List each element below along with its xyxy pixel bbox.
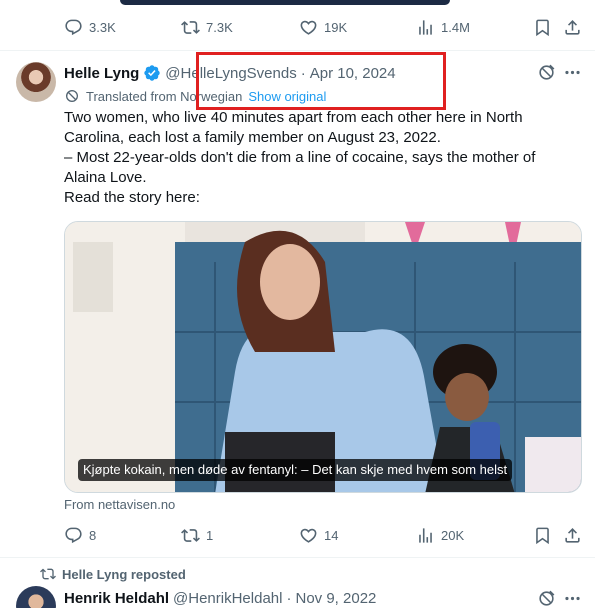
share-icon — [563, 18, 582, 37]
tweet-actions: 8 1 14 20K — [0, 516, 595, 556]
heart-icon — [299, 18, 318, 37]
reply-count: 3.3K — [89, 20, 116, 35]
views-count: 20K — [441, 528, 465, 543]
grok-button[interactable] — [537, 63, 556, 82]
media-photo — [65, 222, 581, 492]
views-icon — [416, 18, 435, 37]
divider — [0, 557, 595, 558]
tweet-text: Two women, who live 40 minutes apart fro… — [64, 108, 564, 208]
verified-badge-icon — [143, 64, 161, 82]
bookmark-button[interactable] — [533, 526, 552, 545]
bookmark-icon — [533, 18, 552, 37]
views-button[interactable]: 1.4M — [416, 18, 470, 37]
like-button[interactable]: 14 — [299, 526, 338, 545]
grok-button[interactable] — [537, 589, 556, 608]
author-handle[interactable]: @HenrikHeldahl — [173, 590, 282, 607]
like-count: 19K — [324, 20, 348, 35]
like-button[interactable]: 19K — [299, 18, 347, 37]
tweet-header: Henrik Heldahl @HenrikHeldahl · Nov 9, 2… — [64, 588, 376, 608]
more-options-button[interactable] — [563, 589, 582, 608]
repost-button[interactable]: 7.3K — [181, 18, 233, 37]
like-count: 14 — [324, 528, 339, 543]
repost-icon — [181, 526, 200, 545]
grok-icon — [537, 589, 556, 608]
tweet-text-line: Read the story here: — [64, 189, 200, 206]
media-caption: Kjøpte kokain, men døde av fentanyl: – D… — [78, 459, 513, 481]
previous-tweet-media-edge — [120, 0, 450, 5]
translate-icon — [64, 88, 80, 104]
more-options-button[interactable] — [563, 63, 582, 82]
repost-count: 1 — [206, 528, 214, 543]
avatar[interactable] — [16, 62, 56, 102]
repost-icon — [181, 18, 200, 37]
repost-button[interactable]: 1 — [181, 526, 213, 545]
link-source[interactable]: From nettavisen.no — [64, 497, 175, 512]
repost-icon — [40, 566, 56, 582]
share-button[interactable] — [563, 18, 582, 37]
share-icon — [563, 526, 582, 545]
bookmark-icon — [533, 526, 552, 545]
tweet-date[interactable]: Nov 9, 2022 — [295, 590, 376, 607]
more-dots-icon — [563, 589, 582, 608]
share-button[interactable] — [563, 526, 582, 545]
highlight-box — [196, 52, 446, 110]
link-card-image[interactable] — [64, 221, 582, 493]
views-button[interactable]: 20K — [416, 526, 464, 545]
repost-count: 7.3K — [206, 20, 233, 35]
reply-icon — [64, 526, 83, 545]
author-name[interactable]: Henrik Heldahl — [64, 590, 169, 607]
reply-count: 8 — [89, 528, 97, 543]
reply-button[interactable]: 8 — [64, 526, 96, 545]
divider — [0, 50, 595, 51]
tweet-text-line: – Most 22-year-olds don't die from a lin… — [64, 149, 536, 186]
separator-dot: · — [286, 589, 292, 607]
grok-icon — [537, 63, 556, 82]
repost-label[interactable]: Helle Lyng reposted — [62, 567, 186, 582]
author-name[interactable]: Helle Lyng — [64, 65, 139, 82]
tweet-text-line: Two women, who live 40 minutes apart fro… — [64, 109, 523, 146]
previous-tweet-actions: 3.3K 7.3K 19K 1.4M — [0, 8, 595, 48]
bookmark-button[interactable] — [533, 18, 552, 37]
reply-button[interactable]: 3.3K — [64, 18, 116, 37]
reply-icon — [64, 18, 83, 37]
heart-icon — [299, 526, 318, 545]
repost-indicator: Helle Lyng reposted — [40, 566, 186, 582]
views-icon — [416, 526, 435, 545]
avatar[interactable] — [16, 586, 56, 608]
more-dots-icon — [563, 63, 582, 82]
views-count: 1.4M — [441, 20, 470, 35]
